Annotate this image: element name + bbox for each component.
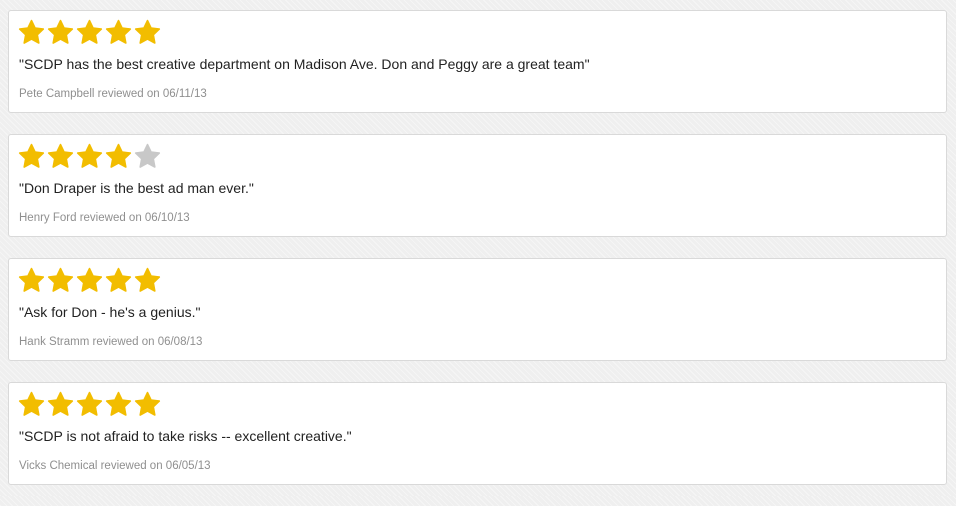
star-rating (18, 143, 161, 169)
star-rating (18, 391, 161, 417)
star-filled-icon (18, 267, 45, 294)
review-card: "SCDP has the best creative department o… (8, 10, 947, 113)
review-quote: "Ask for Don - he's a genius." (19, 304, 201, 320)
star-filled-icon (134, 19, 161, 46)
review-list: "SCDP has the best creative department o… (8, 10, 947, 506)
review-card: "Don Draper is the best ad man ever." He… (8, 134, 947, 237)
star-filled-icon (76, 143, 103, 170)
star-rating (18, 267, 161, 293)
review-quote: "Don Draper is the best ad man ever." (19, 180, 254, 196)
star-empty-icon (134, 143, 161, 170)
star-filled-icon (47, 391, 74, 418)
star-filled-icon (18, 391, 45, 418)
review-card: "SCDP is not afraid to take risks -- exc… (8, 382, 947, 485)
star-filled-icon (76, 19, 103, 46)
star-filled-icon (47, 267, 74, 294)
star-filled-icon (18, 143, 45, 170)
star-filled-icon (134, 267, 161, 294)
review-meta: Hank Stramm reviewed on 06/08/13 (19, 336, 203, 348)
review-quote: "SCDP is not afraid to take risks -- exc… (19, 428, 352, 444)
star-filled-icon (76, 267, 103, 294)
star-rating (18, 19, 161, 45)
star-filled-icon (105, 391, 132, 418)
star-filled-icon (47, 19, 74, 46)
star-filled-icon (105, 143, 132, 170)
star-filled-icon (134, 391, 161, 418)
review-quote: "SCDP has the best creative department o… (19, 56, 590, 72)
review-meta: Vicks Chemical reviewed on 06/05/13 (19, 460, 211, 472)
star-filled-icon (105, 19, 132, 46)
star-filled-icon (47, 143, 74, 170)
review-card: "Ask for Don - he's a genius." Hank Stra… (8, 258, 947, 361)
star-filled-icon (105, 267, 132, 294)
star-filled-icon (76, 391, 103, 418)
review-meta: Pete Campbell reviewed on 06/11/13 (19, 88, 207, 100)
star-filled-icon (18, 19, 45, 46)
review-meta: Henry Ford reviewed on 06/10/13 (19, 212, 190, 224)
